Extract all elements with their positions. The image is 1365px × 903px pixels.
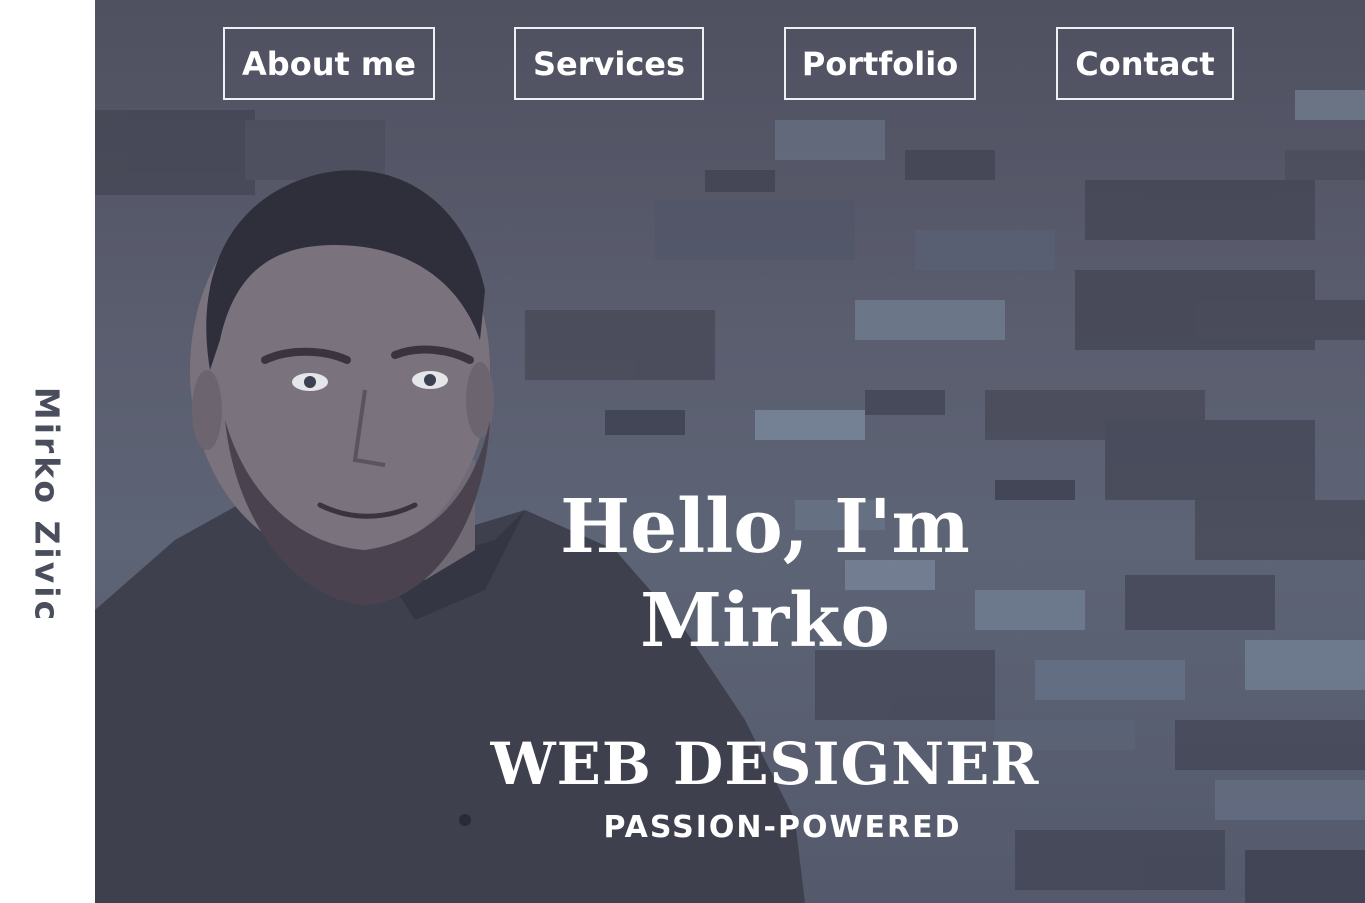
nav-contact[interactable]: Contact [1056,27,1234,100]
sidebar: Mirko Zivic [0,0,95,903]
site-owner-name: Mirko Zivic [27,386,67,624]
nav-portfolio[interactable]: Portfolio [784,27,976,100]
hero-greeting: Hello, I'm Mirko [560,484,970,664]
hero-tagline: PASSION-POWERED [603,810,962,845]
nav-about-me[interactable]: About me [223,27,435,100]
hero-role: WEB DESIGNER [490,730,1040,798]
nav-services[interactable]: Services [514,27,704,100]
hero-section: About me Services Portfolio Contact Hell [95,0,1365,903]
main-nav: About me Services Portfolio Contact [95,0,1365,130]
